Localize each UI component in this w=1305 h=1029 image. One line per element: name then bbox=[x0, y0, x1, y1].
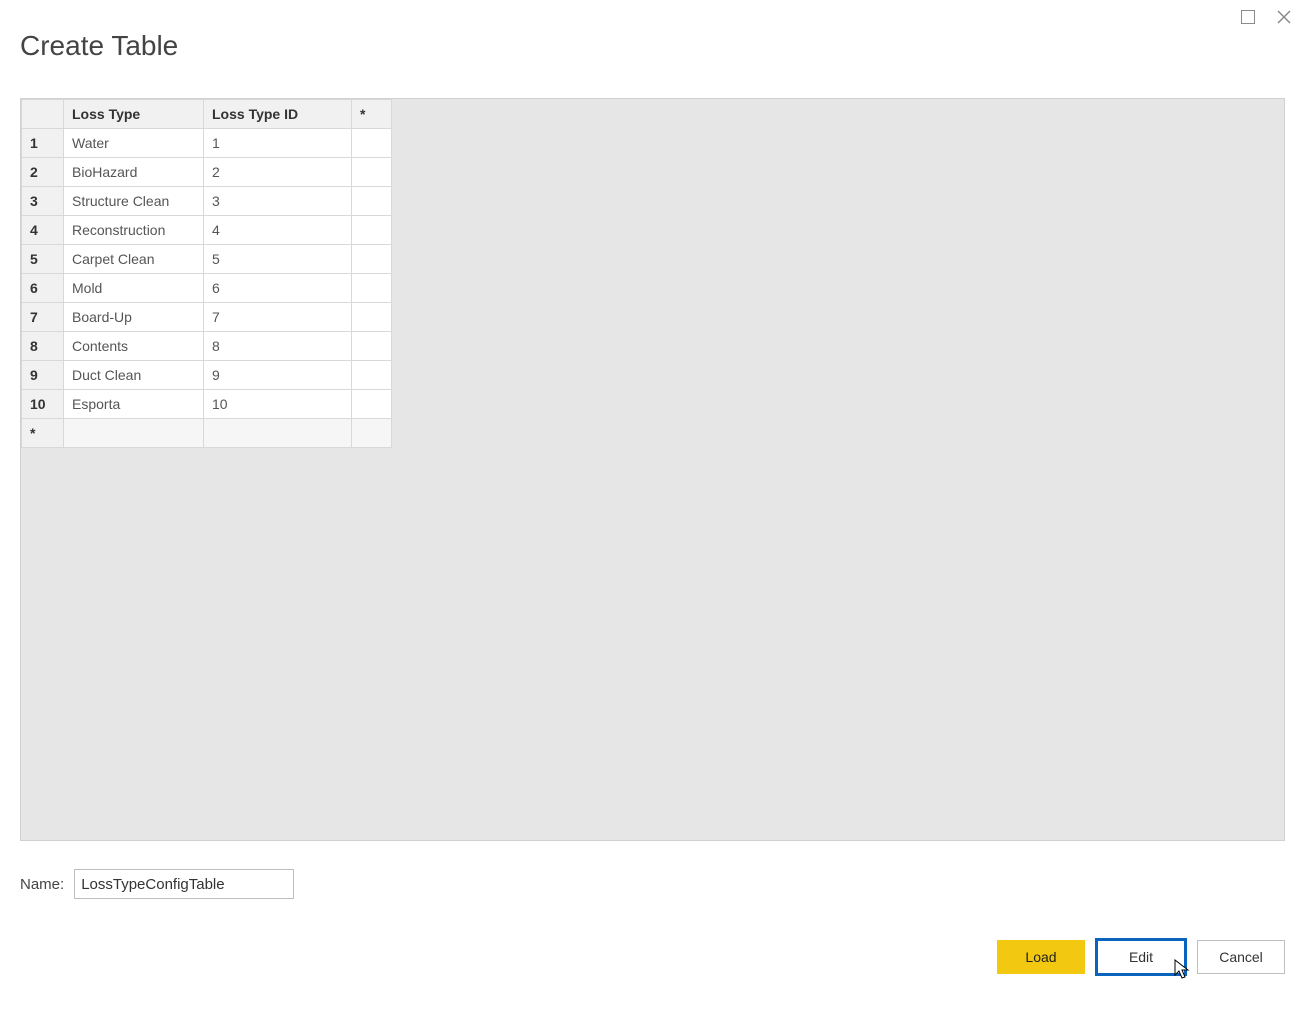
cell-extra[interactable] bbox=[352, 361, 392, 390]
col-header-loss-type-id[interactable]: Loss Type ID bbox=[204, 100, 352, 129]
load-button[interactable]: Load bbox=[997, 940, 1085, 974]
cell-loss-type[interactable]: Mold bbox=[64, 274, 204, 303]
table-area: Loss Type Loss Type ID * 1Water12BioHaza… bbox=[20, 98, 1285, 841]
cell-loss-type[interactable]: Carpet Clean bbox=[64, 245, 204, 274]
col-header-loss-type[interactable]: Loss Type bbox=[64, 100, 204, 129]
cell-extra[interactable] bbox=[352, 187, 392, 216]
cell-extra[interactable] bbox=[352, 245, 392, 274]
edit-button[interactable]: Edit bbox=[1097, 940, 1185, 974]
table-row[interactable]: 5Carpet Clean5 bbox=[22, 245, 392, 274]
close-icon bbox=[1277, 10, 1291, 24]
row-number[interactable]: 4 bbox=[22, 216, 64, 245]
col-header-rownum[interactable] bbox=[22, 100, 64, 129]
row-number[interactable]: 3 bbox=[22, 187, 64, 216]
col-header-add[interactable]: * bbox=[352, 100, 392, 129]
cell-loss-type-id[interactable]: 10 bbox=[204, 390, 352, 419]
cell-loss-type-id[interactable]: 3 bbox=[204, 187, 352, 216]
cell-empty[interactable] bbox=[204, 419, 352, 448]
cell-loss-type[interactable]: Water bbox=[64, 129, 204, 158]
cell-empty[interactable] bbox=[64, 419, 204, 448]
table-row[interactable]: 4Reconstruction4 bbox=[22, 216, 392, 245]
maximize-icon bbox=[1241, 10, 1255, 24]
cell-loss-type-id[interactable]: 5 bbox=[204, 245, 352, 274]
cell-extra[interactable] bbox=[352, 129, 392, 158]
table-row[interactable]: 7Board-Up7 bbox=[22, 303, 392, 332]
maximize-button[interactable] bbox=[1237, 6, 1259, 28]
table-new-row[interactable]: * bbox=[22, 419, 392, 448]
cell-loss-type-id[interactable]: 7 bbox=[204, 303, 352, 332]
cell-extra[interactable] bbox=[352, 216, 392, 245]
cell-loss-type[interactable]: Board-Up bbox=[64, 303, 204, 332]
cell-loss-type[interactable]: Esporta bbox=[64, 390, 204, 419]
cell-extra[interactable] bbox=[352, 158, 392, 187]
cell-extra[interactable] bbox=[352, 274, 392, 303]
cell-loss-type[interactable]: Structure Clean bbox=[64, 187, 204, 216]
row-number[interactable]: 8 bbox=[22, 332, 64, 361]
cell-loss-type-id[interactable]: 2 bbox=[204, 158, 352, 187]
row-number[interactable]: 5 bbox=[22, 245, 64, 274]
cell-loss-type[interactable]: Duct Clean bbox=[64, 361, 204, 390]
cell-extra[interactable] bbox=[352, 390, 392, 419]
cell-loss-type-id[interactable]: 8 bbox=[204, 332, 352, 361]
table-row[interactable]: 8Contents8 bbox=[22, 332, 392, 361]
name-input[interactable] bbox=[74, 869, 294, 899]
row-number[interactable]: 2 bbox=[22, 158, 64, 187]
close-button[interactable] bbox=[1273, 6, 1295, 28]
cell-extra[interactable] bbox=[352, 332, 392, 361]
row-number[interactable]: 6 bbox=[22, 274, 64, 303]
cell-empty[interactable] bbox=[352, 419, 392, 448]
row-number[interactable]: 1 bbox=[22, 129, 64, 158]
dialog-title: Create Table bbox=[20, 30, 178, 62]
row-number-new[interactable]: * bbox=[22, 419, 64, 448]
cell-loss-type-id[interactable]: 6 bbox=[204, 274, 352, 303]
cell-loss-type[interactable]: BioHazard bbox=[64, 158, 204, 187]
row-number[interactable]: 10 bbox=[22, 390, 64, 419]
data-table[interactable]: Loss Type Loss Type ID * 1Water12BioHaza… bbox=[21, 99, 392, 448]
cell-extra[interactable] bbox=[352, 303, 392, 332]
row-number[interactable]: 7 bbox=[22, 303, 64, 332]
cell-loss-type-id[interactable]: 1 bbox=[204, 129, 352, 158]
table-row[interactable]: 3Structure Clean3 bbox=[22, 187, 392, 216]
table-row[interactable]: 9Duct Clean9 bbox=[22, 361, 392, 390]
table-row[interactable]: 2BioHazard2 bbox=[22, 158, 392, 187]
table-row[interactable]: 1Water1 bbox=[22, 129, 392, 158]
table-row[interactable]: 10Esporta10 bbox=[22, 390, 392, 419]
cell-loss-type-id[interactable]: 4 bbox=[204, 216, 352, 245]
table-row[interactable]: 6Mold6 bbox=[22, 274, 392, 303]
row-number[interactable]: 9 bbox=[22, 361, 64, 390]
name-label: Name: bbox=[20, 876, 64, 893]
cell-loss-type[interactable]: Contents bbox=[64, 332, 204, 361]
cancel-button[interactable]: Cancel bbox=[1197, 940, 1285, 974]
cell-loss-type[interactable]: Reconstruction bbox=[64, 216, 204, 245]
cell-loss-type-id[interactable]: 9 bbox=[204, 361, 352, 390]
